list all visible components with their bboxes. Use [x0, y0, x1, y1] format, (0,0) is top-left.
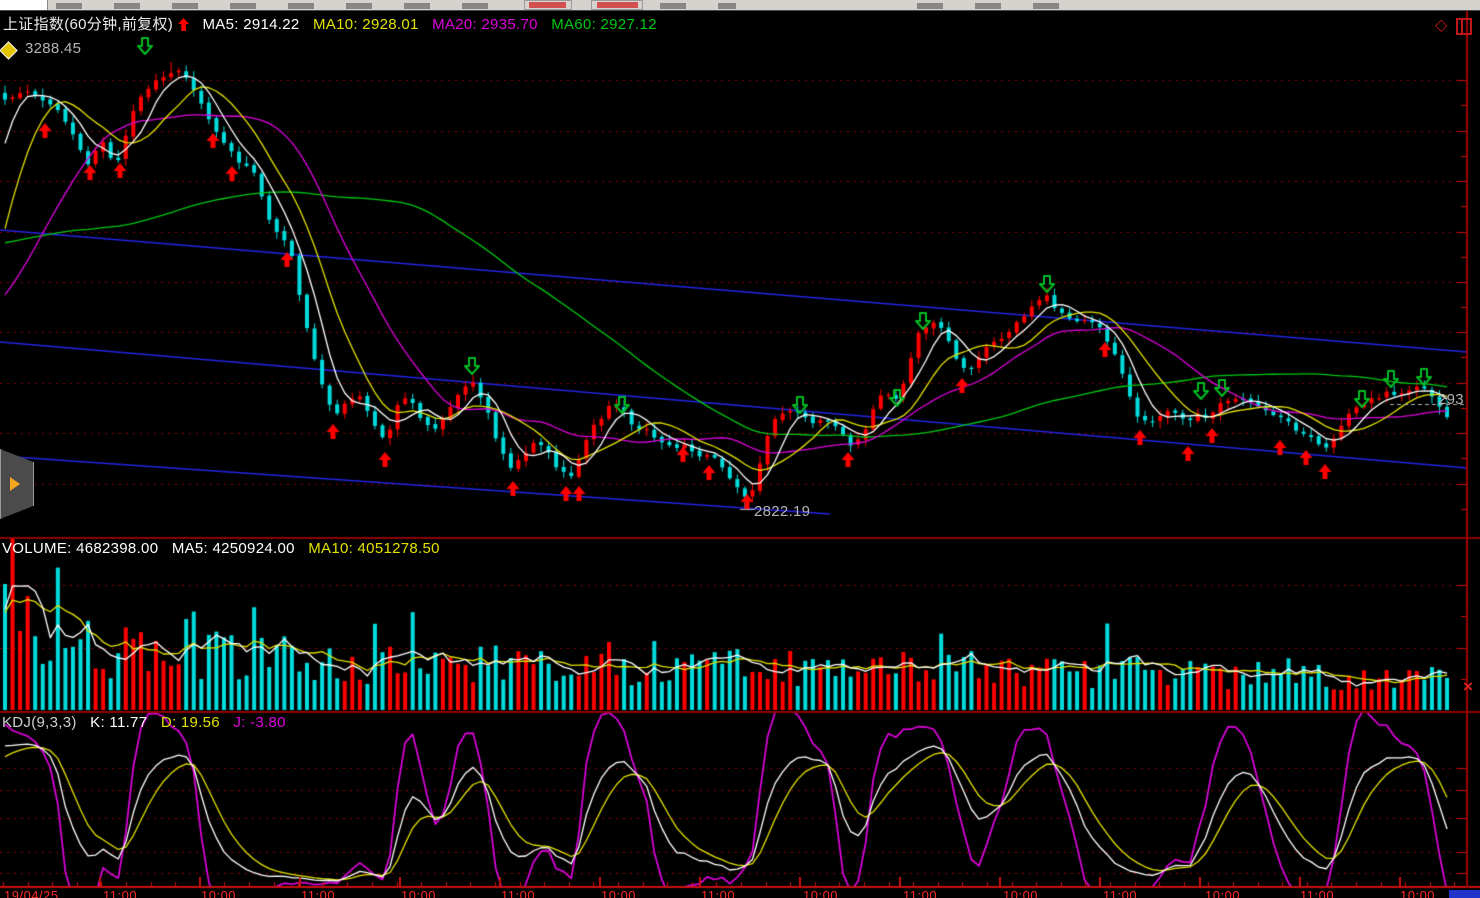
volume-ma5-readout: MA5: 4250924.00 [172, 540, 295, 557]
expand-right-triangle-icon [10, 477, 20, 491]
time-axis-label: 11:00 [103, 888, 137, 898]
main-chart-header: 上证指数(60分钟,前复权) MA5: 2914.22 MA10: 2928.0… [3, 13, 666, 34]
chart-title: 上证指数(60分钟,前复权) [3, 16, 173, 33]
low-price-label: 2822.19 [754, 503, 810, 520]
time-axis-label: 10:00 [1205, 888, 1240, 898]
time-axis-label: 10:00 [401, 888, 436, 898]
time-axis-label: 11:00 [903, 888, 937, 898]
kdj-d-readout: D: 19.56 [161, 714, 220, 731]
ma20-readout: MA20: 2935.70 [432, 16, 538, 33]
time-axis-label: 10:00 [1400, 888, 1435, 898]
high-price-label: 3288.45 [25, 40, 81, 57]
time-axis-label: 19/04/25 [4, 888, 59, 898]
time-axis-label: 11:00 [501, 888, 535, 898]
toolbar-menu-items-2[interactable] [660, 3, 736, 9]
scrollbar-corner [1449, 890, 1480, 898]
time-axis-label: 10:00 [201, 888, 236, 898]
toolbar-input[interactable] [0, 0, 48, 10]
toolbar-quote-red-text-1 [529, 2, 566, 8]
last-price-label: 293 [1438, 391, 1464, 408]
buy-signal-up-arrow-icon [178, 18, 189, 31]
volume-ma10-readout: MA10: 4051278.50 [308, 540, 440, 557]
ma5-readout: MA5: 2914.22 [203, 16, 300, 33]
kdj-k-readout: K: 11.77 [90, 714, 147, 731]
toolbar-quote-red-text-2 [597, 2, 638, 8]
toolbar-menu-items[interactable] [56, 3, 508, 9]
chart-canvas[interactable] [0, 0, 1480, 898]
volume-readout: VOLUME: 4682398.00 [2, 540, 158, 557]
time-axis-label: 11:00 [301, 888, 335, 898]
time-axis-label: 10:00 [1003, 888, 1038, 898]
panel-close-icon[interactable]: × [1463, 678, 1473, 695]
kdj-name: KDJ(9,3,3) [2, 714, 77, 731]
time-axis-label: 11:00 [701, 888, 735, 898]
toolbar-menu-items-3[interactable] [917, 3, 1067, 9]
ma60-readout: MA60: 2927.12 [551, 16, 657, 33]
window-restore-icon[interactable] [1456, 18, 1472, 35]
trading-terminal: 上证指数(60分钟,前复权) MA5: 2914.22 MA10: 2928.0… [0, 0, 1480, 898]
ma10-readout: MA10: 2928.01 [313, 16, 419, 33]
time-axis-label: 11:00 [1103, 888, 1137, 898]
time-axis-label: 11:00 [1300, 888, 1334, 898]
kdj-header: KDJ(9,3,3) K: 11.77 D: 19.56 J: -3.80 [2, 714, 295, 731]
time-axis-label: 10:00 [601, 888, 636, 898]
diamond-marker-icon[interactable]: ◇ [1435, 15, 1447, 35]
time-axis: 19/04/25 11:00 10:00 11:00 10:00 11:00 10:00 11… [0, 887, 1480, 898]
kdj-j-readout: J: -3.80 [233, 714, 285, 731]
time-axis-label: 10:00 [803, 888, 838, 898]
toolbar-strip [0, 0, 1480, 11]
volume-header: VOLUME: 4682398.00 MA5: 4250924.00 MA10:… [2, 540, 449, 557]
